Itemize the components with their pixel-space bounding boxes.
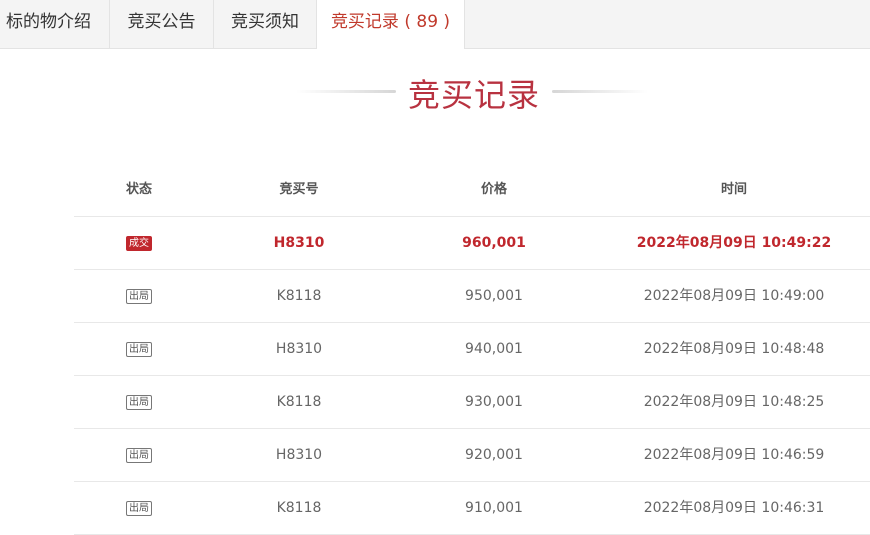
section-heading: 竞买记录 <box>0 66 870 118</box>
status-badge: 出局 <box>126 447 152 463</box>
table-row: 出局 H8310 940,001 2022年08月09日 10:48:48 <box>74 323 870 376</box>
bid-time: 2022年08月09日 10:46:59 <box>643 447 825 463</box>
header-price: 价格 <box>480 182 507 197</box>
status-cell: 成交 <box>74 217 204 269</box>
tab-item-intro[interactable]: 标的物介绍 <box>0 0 110 48</box>
bid-price: 960,001 <box>462 235 526 251</box>
status-cell: 出局 <box>74 270 204 322</box>
table-row: 出局 K8118 950,001 2022年08月09日 10:49:00 <box>74 270 870 323</box>
table-row: 成交 H8310 960,001 2022年08月09日 10:49:22 <box>74 217 870 270</box>
tab-bid-records[interactable]: 竞买记录 ( 89 ) <box>317 0 465 49</box>
header-status: 状态 <box>125 182 152 197</box>
status-cell: 出局 <box>74 482 204 534</box>
table-row: 出局 K8118 930,001 2022年08月09日 10:48:25 <box>74 376 870 429</box>
status-badge: 出局 <box>126 288 152 304</box>
bid-price: 940,001 <box>465 341 523 357</box>
bid-price: 930,001 <box>465 394 523 410</box>
heading-divider-left <box>296 90 396 93</box>
bid-time: 2022年08月09日 10:46:31 <box>643 500 825 516</box>
bid-time: 2022年08月09日 10:48:48 <box>643 341 825 357</box>
tab-announcement[interactable]: 竞买公告 <box>110 0 214 48</box>
bid-time: 2022年08月09日 10:48:25 <box>643 394 825 410</box>
status-badge: 出局 <box>126 341 152 357</box>
bidder-number: K8118 <box>276 288 322 304</box>
bid-records-table: 状态 竞买号 价格 时间 成交 H8310 960,001 2022年08月09… <box>74 164 870 535</box>
status-badge: 出局 <box>126 500 152 516</box>
status-cell: 出局 <box>74 323 204 375</box>
bid-price: 920,001 <box>465 447 523 463</box>
status-badge: 成交 <box>126 235 152 251</box>
status-cell: 出局 <box>74 429 204 481</box>
bidder-number: H8310 <box>275 341 323 357</box>
tab-notice[interactable]: 竞买须知 <box>214 0 317 48</box>
table-header-row: 状态 竞买号 价格 时间 <box>74 164 870 217</box>
status-cell: 出局 <box>74 376 204 428</box>
header-time: 时间 <box>720 182 747 197</box>
status-badge: 出局 <box>126 394 152 410</box>
bidder-number: H8310 <box>273 235 325 251</box>
table-row: 出局 K8118 910,001 2022年08月09日 10:46:31 <box>74 482 870 535</box>
table-row: 出局 H8310 920,001 2022年08月09日 10:46:59 <box>74 429 870 482</box>
section-title: 竞买记录 <box>407 76 540 114</box>
heading-divider-right <box>552 90 648 93</box>
bid-time: 2022年08月09日 10:49:22 <box>636 235 832 251</box>
bidder-number: K8118 <box>276 394 322 410</box>
bid-price: 910,001 <box>465 500 523 516</box>
bid-price: 950,001 <box>465 288 523 304</box>
header-bidder-number: 竞买号 <box>279 182 319 197</box>
bidder-number: H8310 <box>275 447 323 463</box>
tab-bar: 标的物介绍 竞买公告 竞买须知 竞买记录 ( 89 ) <box>0 0 870 49</box>
bid-time: 2022年08月09日 10:49:00 <box>643 288 825 304</box>
bidder-number: K8118 <box>276 500 322 516</box>
